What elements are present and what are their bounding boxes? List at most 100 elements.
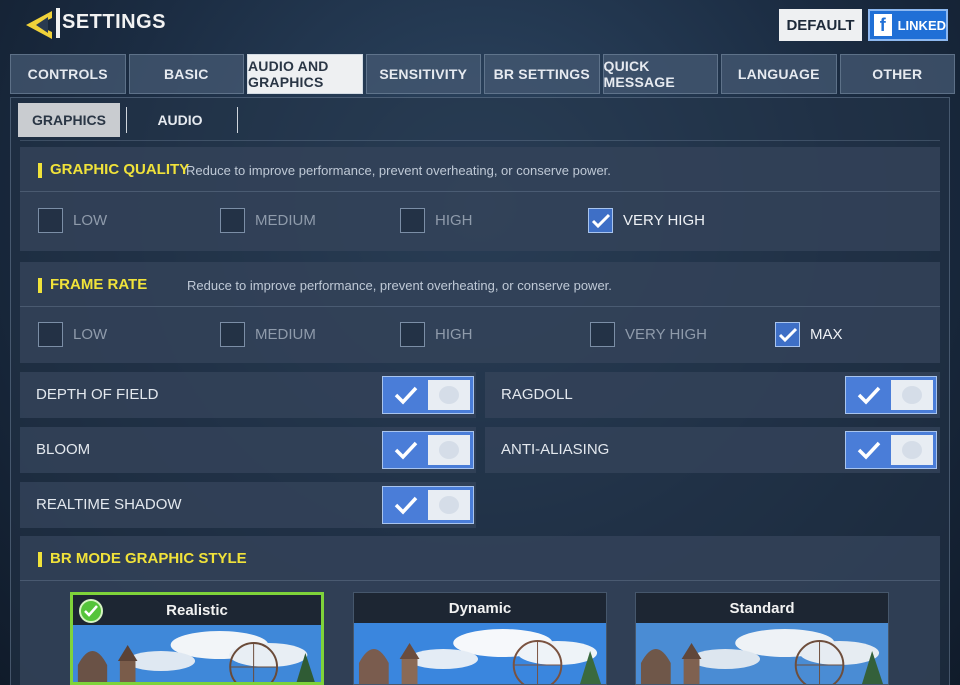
- section-title: GRAPHIC QUALITY: [50, 161, 190, 178]
- option-label: VERY HIGH: [623, 212, 705, 229]
- subtab-graphics[interactable]: GRAPHICS: [18, 103, 120, 137]
- section-header: BR MODE GRAPHIC STYLE: [20, 536, 940, 581]
- main-tab-bar: CONTROLS BASIC AUDIO AND GRAPHICS SENSIT…: [10, 54, 955, 94]
- tab-br-settings[interactable]: BR SETTINGS: [484, 54, 600, 94]
- tab-basic[interactable]: BASIC: [128, 54, 244, 94]
- option-label: VERY HIGH: [625, 326, 707, 343]
- option-label: HIGH: [435, 212, 473, 229]
- card-title: Standard: [636, 593, 888, 623]
- tab-language[interactable]: LANGUAGE: [721, 54, 837, 94]
- card-title: Realistic: [73, 595, 321, 625]
- bloom-toggle[interactable]: [382, 431, 474, 469]
- realtime-shadow-toggle[interactable]: [382, 486, 474, 524]
- toggle-knob: [428, 490, 470, 520]
- subtab-bar: GRAPHICS AUDIO: [18, 102, 238, 138]
- checkbox[interactable]: [400, 208, 425, 233]
- toggle-label: BLOOM: [36, 441, 91, 458]
- default-button[interactable]: DEFAULT: [779, 9, 862, 41]
- section-header: GRAPHIC QUALITY Reduce to improve perfor…: [20, 147, 940, 192]
- toggle-row-anti-aliasing: ANTI-ALIASING: [485, 427, 940, 473]
- checkbox[interactable]: [400, 322, 425, 347]
- section-description: Reduce to improve performance, prevent o…: [187, 278, 612, 293]
- option-label: LOW: [73, 326, 108, 343]
- knob-dot: [439, 386, 459, 404]
- toggle-knob: [428, 435, 470, 465]
- toggle-label: RAGDOLL: [501, 386, 573, 403]
- framerate-option-low[interactable]: LOW: [38, 322, 107, 347]
- toggle-row-depth-of-field: DEPTH OF FIELD: [20, 372, 476, 418]
- framerate-option-max[interactable]: MAX: [775, 322, 843, 347]
- back-chevron-icon[interactable]: [22, 8, 56, 42]
- checkmark-icon: [591, 213, 610, 228]
- option-label: HIGH: [435, 326, 473, 343]
- selected-check-icon: [79, 599, 103, 623]
- knob-dot: [902, 386, 922, 404]
- knob-dot: [902, 441, 922, 459]
- section-marker: [38, 552, 42, 567]
- section-description: Reduce to improve performance, prevent o…: [186, 163, 611, 178]
- checkmark-icon: [857, 441, 881, 460]
- framerate-option-very-high[interactable]: VERY HIGH: [590, 322, 707, 347]
- checkmark-icon: [394, 496, 418, 515]
- checkbox[interactable]: [220, 322, 245, 347]
- title-divider: [56, 8, 60, 38]
- tab-sensitivity[interactable]: SENSITIVITY: [365, 54, 481, 94]
- frame-rate-section: FRAME RATE Reduce to improve performance…: [20, 262, 940, 363]
- depth-of-field-toggle[interactable]: [382, 376, 474, 414]
- graphic-quality-section: GRAPHIC QUALITY Reduce to improve perfor…: [20, 147, 940, 251]
- style-card-realistic[interactable]: Realistic: [70, 592, 324, 685]
- toggle-row-ragdoll: RAGDOLL: [485, 372, 940, 418]
- toggle-label: REALTIME SHADOW: [36, 496, 182, 513]
- option-label: MEDIUM: [255, 212, 316, 229]
- facebook-linked-button[interactable]: f LINKED: [868, 9, 948, 41]
- quality-option-high[interactable]: HIGH: [400, 208, 473, 233]
- tab-other[interactable]: OTHER: [839, 54, 955, 94]
- option-label: MAX: [810, 326, 843, 343]
- quality-option-very-high[interactable]: VERY HIGH: [588, 208, 705, 233]
- checkmark-icon: [394, 386, 418, 405]
- style-card-standard[interactable]: Standard: [635, 592, 889, 685]
- tab-controls[interactable]: CONTROLS: [10, 54, 126, 94]
- anti-aliasing-toggle[interactable]: [845, 431, 937, 469]
- subtab-divider: [237, 107, 238, 133]
- framerate-option-high[interactable]: HIGH: [400, 322, 473, 347]
- standard-preview-image: [636, 623, 888, 684]
- checkbox-checked[interactable]: [588, 208, 613, 233]
- section-header: FRAME RATE Reduce to improve performance…: [20, 262, 940, 307]
- toggle-row-realtime-shadow: REALTIME SHADOW: [20, 482, 476, 528]
- quality-option-medium[interactable]: MEDIUM: [220, 208, 316, 233]
- checkmark-icon: [394, 441, 418, 460]
- checkbox[interactable]: [38, 322, 63, 347]
- toggle-label: DEPTH OF FIELD: [36, 386, 159, 403]
- toggle-knob: [891, 380, 933, 410]
- section-title: FRAME RATE: [50, 276, 148, 293]
- facebook-icon: f: [874, 14, 892, 36]
- subtab-divider: [126, 107, 127, 133]
- tab-quick-message[interactable]: QUICK MESSAGE: [602, 54, 718, 94]
- framerate-option-medium[interactable]: MEDIUM: [220, 322, 316, 347]
- option-label: LOW: [73, 212, 108, 229]
- section-marker: [38, 278, 42, 293]
- realistic-preview-image: [73, 625, 321, 682]
- tab-audio-and-graphics[interactable]: AUDIO AND GRAPHICS: [247, 54, 363, 94]
- checkbox-checked[interactable]: [775, 322, 800, 347]
- checkbox[interactable]: [590, 322, 615, 347]
- page-title: SETTINGS: [62, 11, 167, 33]
- checkbox[interactable]: [38, 208, 63, 233]
- subtab-separator: [20, 140, 940, 141]
- style-card-dynamic[interactable]: Dynamic: [353, 592, 607, 685]
- subtab-audio[interactable]: AUDIO: [129, 103, 231, 137]
- quality-option-low[interactable]: LOW: [38, 208, 107, 233]
- toggle-label: ANTI-ALIASING: [501, 441, 610, 458]
- card-title: Dynamic: [354, 593, 606, 623]
- ragdoll-toggle[interactable]: [845, 376, 937, 414]
- option-label: MEDIUM: [255, 326, 316, 343]
- br-graphic-style-section: BR MODE GRAPHIC STYLE Realistic Dynamic: [20, 536, 940, 685]
- section-title: BR MODE GRAPHIC STYLE: [50, 550, 247, 567]
- toggle-knob: [428, 380, 470, 410]
- dynamic-preview-image: [354, 623, 606, 684]
- checkbox[interactable]: [220, 208, 245, 233]
- knob-dot: [439, 496, 459, 514]
- section-marker: [38, 163, 42, 178]
- toggle-row-bloom: BLOOM: [20, 427, 476, 473]
